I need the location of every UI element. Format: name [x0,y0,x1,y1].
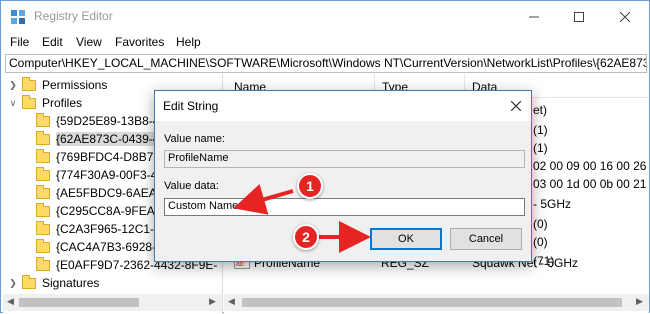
chevron-right-icon[interactable]: ❯ [8,278,18,289]
address-bar[interactable]: Computer\HKEY_LOCAL_MACHINE\SOFTWARE\Mic… [5,54,647,73]
folder-icon [22,274,36,289]
tree-item-profiles[interactable]: ∨ Profiles [8,94,82,112]
list-data-cell: et) [533,103,548,117]
list-data-cell: - 5GHz [533,197,572,211]
list-data-cell: 02 00 09 00 16 00 26 00 [533,159,650,173]
maximize-icon [574,11,584,22]
tree-item-profile[interactable]: {769BFDC4-D8B7-45 [36,148,171,166]
tree-item-label: {CAC4A7B3-6928-4 [56,240,163,254]
tree-item-label: {C2A3F965-12C1-4 [56,222,161,236]
close-button[interactable] [602,1,648,32]
folder-icon [36,112,50,127]
dialog-title: Edit String [163,99,219,113]
registry-editor-window: Registry Editor File Edit View Favorites… [0,0,650,314]
menu-bar: File Edit View Favorites Help [1,32,649,53]
folder-icon [36,202,50,217]
minimize-button[interactable] [511,1,557,32]
folder-icon [22,94,36,109]
registry-editor-icon [11,10,25,24]
window-title: Registry Editor [34,9,113,23]
folder-icon [36,220,50,235]
folder-icon [36,256,50,271]
chevron-right-icon[interactable]: ❯ [8,80,18,91]
folder-icon [22,76,36,91]
value-name-label: Value name: [164,133,225,145]
svg-text:ab: ab [236,261,244,268]
chevron-down-icon[interactable]: ∨ [8,98,18,109]
tree-item-label: Permissions [42,78,108,92]
scroll-right-icon[interactable]: ▶ [209,296,216,307]
folder-icon [36,148,50,163]
value-name-field[interactable]: ProfileName [164,150,525,168]
scroll-left-icon[interactable]: ◀ [7,296,14,307]
tree-item-label: {AE5FBDC9-6AEA-4 [56,186,168,200]
cancel-button[interactable]: Cancel [450,228,522,250]
value-data-input[interactable]: Custom Name [164,198,525,216]
folder-icon [36,238,50,253]
tree-item-profile[interactable]: {59D25E89-13B8-45 [36,112,166,130]
list-data-cell: (0) [533,217,548,231]
tree-item-profile[interactable]: {774F30A9-00F3-4C [36,166,166,184]
list-data-cell: (0) [533,235,548,249]
scrollbar-thumb[interactable] [242,298,622,307]
tree-item-label: {C295CC8A-9FEA-4 [56,204,166,218]
tree-horizontal-scrollbar[interactable]: ◀ ▶ [3,294,222,311]
maximize-button[interactable] [556,1,602,32]
value-data-label: Value data: [164,180,219,192]
tree-item-label: {774F30A9-00F3-4C [56,168,167,182]
tree-item-profile[interactable]: {CAC4A7B3-6928-4 [36,238,163,256]
tree-item-label: {59D25E89-13B8-45 [56,114,167,128]
close-icon [511,101,521,111]
close-icon [620,11,630,22]
scroll-left-icon[interactable]: ◀ [228,296,235,307]
tree-item-signatures[interactable]: ❯ Signatures [8,274,99,292]
menu-view[interactable]: View [76,35,102,49]
list-data-cell: 03 00 1d 00 0b 00 21 00 [533,177,650,191]
dialog-title-bar: Edit String [155,91,531,121]
ok-button[interactable]: OK [370,228,442,250]
tree-item-label: Profiles [42,96,83,110]
minimize-icon [529,16,539,17]
tree-item-profile-selected[interactable]: {62AE873C-0439-45 [36,130,167,148]
tree-item-profile[interactable]: {C295CC8A-9FEA-4 [36,202,165,220]
tree-item-label: {62AE873C-0439-45 [56,132,167,146]
folder-icon [36,130,50,145]
list-data-cell: (1) [533,141,548,155]
edit-string-dialog: Edit String Value name: ProfileName Valu… [154,90,532,262]
menu-help[interactable]: Help [176,35,201,49]
menu-file[interactable]: File [10,35,29,49]
scrollbar-thumb[interactable] [19,298,139,307]
title-bar: Registry Editor [1,1,649,32]
dialog-close-button[interactable] [503,93,529,119]
tree-item-permissions[interactable]: ❯ Permissions [8,76,107,94]
folder-icon [36,184,50,199]
folder-icon [36,166,50,181]
tree-item-profile[interactable]: {C2A3F965-12C1-4 [36,220,161,238]
menu-edit[interactable]: Edit [42,35,63,49]
menu-favorites[interactable]: Favorites [115,35,164,49]
tree-item-label: Signatures [42,276,100,290]
scroll-right-icon[interactable]: ▶ [636,296,643,307]
tree-item-profile[interactable]: {AE5FBDC9-6AEA-4 [36,184,167,202]
value-data-text: Custom Name [168,200,239,212]
list-horizontal-scrollbar[interactable]: ◀ ▶ [224,294,649,311]
list-data-cell: (1) [533,123,548,137]
